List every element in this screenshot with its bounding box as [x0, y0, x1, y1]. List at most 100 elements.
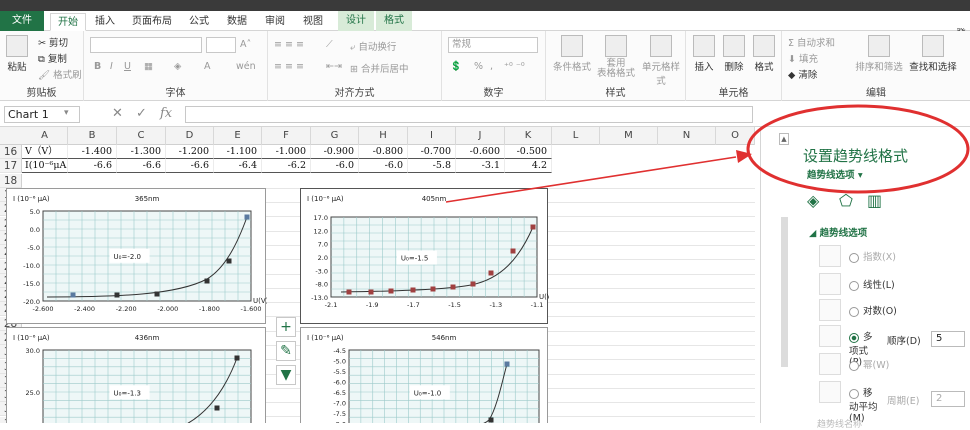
orientation-button[interactable]: ⟋ [326, 39, 333, 50]
radio-button[interactable] [849, 360, 859, 371]
insert-cells-button[interactable]: 插入 [690, 35, 718, 73]
period-spinner[interactable]: 2 [931, 391, 965, 407]
phonetic-button[interactable]: wén [236, 61, 256, 72]
radio-button[interactable] [849, 332, 859, 343]
group-alignment: ≡ ≡ ≡ ⟋ ⤶ 自动换行 ≡ ≡ ≡ ⇤⇥ ⊞ 合并后居中 对齐方式 [268, 31, 442, 101]
tab-file[interactable]: 文件 [0, 11, 44, 31]
autosum-button[interactable]: Σ 自动求和 [788, 35, 835, 49]
annotation-arrow [445, 150, 752, 203]
tab-home[interactable]: 开始 [50, 13, 86, 31]
format-as-table-button[interactable]: 套用 表格格式 [596, 35, 636, 79]
group-styles: 条件格式 套用 表格格式 单元格样式 样式 [546, 31, 686, 101]
tab-view[interactable]: 视图 [298, 13, 328, 31]
cells-group-label: 单元格 [718, 88, 749, 99]
comma-button[interactable]: , [490, 61, 493, 72]
trendline-thumb-icon [819, 273, 841, 295]
trendline-option-1[interactable]: 线性(L) [849, 277, 895, 291]
order-spinner[interactable]: 5 [931, 331, 965, 347]
formula-input[interactable] [185, 106, 753, 123]
cut-button[interactable]: ✂ 剪切 [38, 35, 68, 49]
conditional-format-icon [561, 35, 583, 57]
delete-cells-button[interactable]: 删除 [720, 35, 748, 73]
format-cells-button[interactable]: 格式 [750, 35, 778, 73]
worksheet-grid[interactable]: ABCDEFGHIJKLMNO 161718192021222324252627… [0, 127, 755, 423]
conditional-format-label: 条件格式 [552, 62, 591, 73]
ribbon-tab-bar: 文件 开始 插入 页面布局 公式 数据 审阅 视图 设计 格式 登 [0, 11, 970, 40]
insert-cells-label: 插入 [694, 62, 714, 73]
arrow-head [736, 150, 752, 163]
radio-button[interactable] [849, 306, 859, 317]
cell-styles-button[interactable]: 单元格样式 [638, 35, 684, 87]
cell-styles-icon [650, 35, 672, 57]
formula-bar: Chart 1 ▾ ✕ ✓ fx [0, 101, 970, 127]
conditional-format-button[interactable]: 条件格式 [550, 35, 594, 73]
decimal-buttons[interactable]: ⁺⁰ ⁻⁰ [504, 61, 525, 72]
format-trendline-pane: ▲ 设置趋势线格式 趋势线选项 ▾ ◈ ⬠ ▥ ◢ 趋势线选项 指数(X) 线性(… [760, 127, 970, 430]
format-cells-label: 格式 [754, 62, 774, 73]
font-color-button[interactable]: A [204, 61, 211, 72]
wrap-text-button[interactable]: ⤶ 自动换行 [350, 39, 396, 53]
italic-button[interactable]: I [110, 61, 113, 72]
confirm-entry-icon[interactable]: ✓ [136, 106, 147, 121]
borders-button[interactable]: ▦ [144, 61, 153, 72]
tab-formulas[interactable]: 公式 [184, 13, 214, 31]
fill-button[interactable]: ⬇ 填充 [788, 51, 818, 65]
radio-button[interactable] [849, 280, 859, 291]
section-label: 趋势线选项 [819, 228, 868, 239]
trendline-option-4[interactable]: 幂(W) [849, 357, 889, 371]
name-box-dropdown-icon[interactable]: ▾ [64, 108, 69, 118]
indent-button[interactable]: ⇤⇥ [326, 61, 342, 72]
pane-scroll-up[interactable]: ▲ [779, 133, 789, 145]
tab-review[interactable]: 审阅 [260, 13, 290, 31]
group-number: 常规 💲 % , ⁺⁰ ⁻⁰ 数字 [442, 31, 546, 101]
font-name-select[interactable] [90, 37, 202, 53]
trendline-thumb-icon [819, 245, 841, 267]
radio-button[interactable] [849, 388, 859, 399]
trendline-thumb-icon [819, 353, 841, 375]
tab-data[interactable]: 数据 [222, 13, 252, 31]
paste-button[interactable]: 粘贴 [4, 35, 30, 73]
align-left-button[interactable]: ≡ ≡ ≡ [274, 61, 304, 72]
sort-icon [868, 35, 890, 57]
tab-insert[interactable]: 插入 [90, 13, 120, 31]
format-painter-button[interactable]: 🖌 格式刷 [38, 67, 82, 81]
tab-chart-format[interactable]: 格式 [376, 11, 412, 31]
font-size-select[interactable] [206, 37, 236, 53]
trendline-options-section[interactable]: ◢ 趋势线选项 [809, 225, 867, 239]
copy-button[interactable]: ⧉ 复制 [38, 51, 67, 65]
merge-center-label: 合并后居中 [360, 64, 409, 75]
sort-filter-button[interactable]: 排序和筛选 [854, 35, 904, 73]
number-format-select[interactable]: 常规 [448, 37, 538, 53]
align-top-button[interactable]: ≡ ≡ ≡ [274, 39, 304, 50]
format-painter-label: 格式刷 [53, 70, 82, 81]
cancel-entry-icon[interactable]: ✕ [112, 106, 123, 121]
grow-font-button[interactable]: A˄ [240, 39, 251, 50]
pane-scrollbar-thumb[interactable] [781, 217, 788, 367]
font-group-label: 字体 [165, 88, 186, 99]
trendline-option-0[interactable]: 指数(X) [849, 249, 896, 263]
effects-icon[interactable]: ⬠ [839, 191, 853, 210]
radio-button[interactable] [849, 252, 859, 263]
trendline-option-2[interactable]: 对数(O) [849, 303, 897, 317]
currency-button[interactable]: 💲 [450, 61, 462, 72]
merge-center-button[interactable]: ⊞ 合并后居中 [350, 61, 409, 75]
trendline-options-dropdown[interactable]: 趋势线选项 ▾ [807, 167, 863, 181]
number-group-label: 数字 [483, 88, 504, 99]
trendline-options-icon[interactable]: ▥ [867, 191, 882, 210]
group-font: A˄ B I U ▦ ◈ A wén 字体 [84, 31, 268, 101]
period-label: 周期(E) [887, 396, 920, 407]
autosum-label: 自动求和 [797, 38, 836, 49]
option-label: 线性(L) [863, 280, 895, 291]
fill-color-button[interactable]: ◈ [174, 61, 181, 72]
tab-page-layout[interactable]: 页面布局 [126, 13, 178, 31]
tab-chart-design[interactable]: 设计 [338, 11, 374, 31]
percent-button[interactable]: % [474, 61, 483, 72]
format-as-table-label: 套用 表格格式 [596, 58, 635, 79]
insert-function-icon[interactable]: fx [160, 106, 172, 121]
underline-button[interactable]: U [124, 61, 131, 72]
clear-button[interactable]: ◆ 清除 [788, 67, 817, 81]
find-select-button[interactable]: 查找和选择 [906, 35, 960, 73]
bold-button[interactable]: B [94, 61, 101, 72]
fill-line-icon[interactable]: ◈ [807, 191, 819, 210]
pane-title: 设置趋势线格式 [803, 147, 909, 165]
